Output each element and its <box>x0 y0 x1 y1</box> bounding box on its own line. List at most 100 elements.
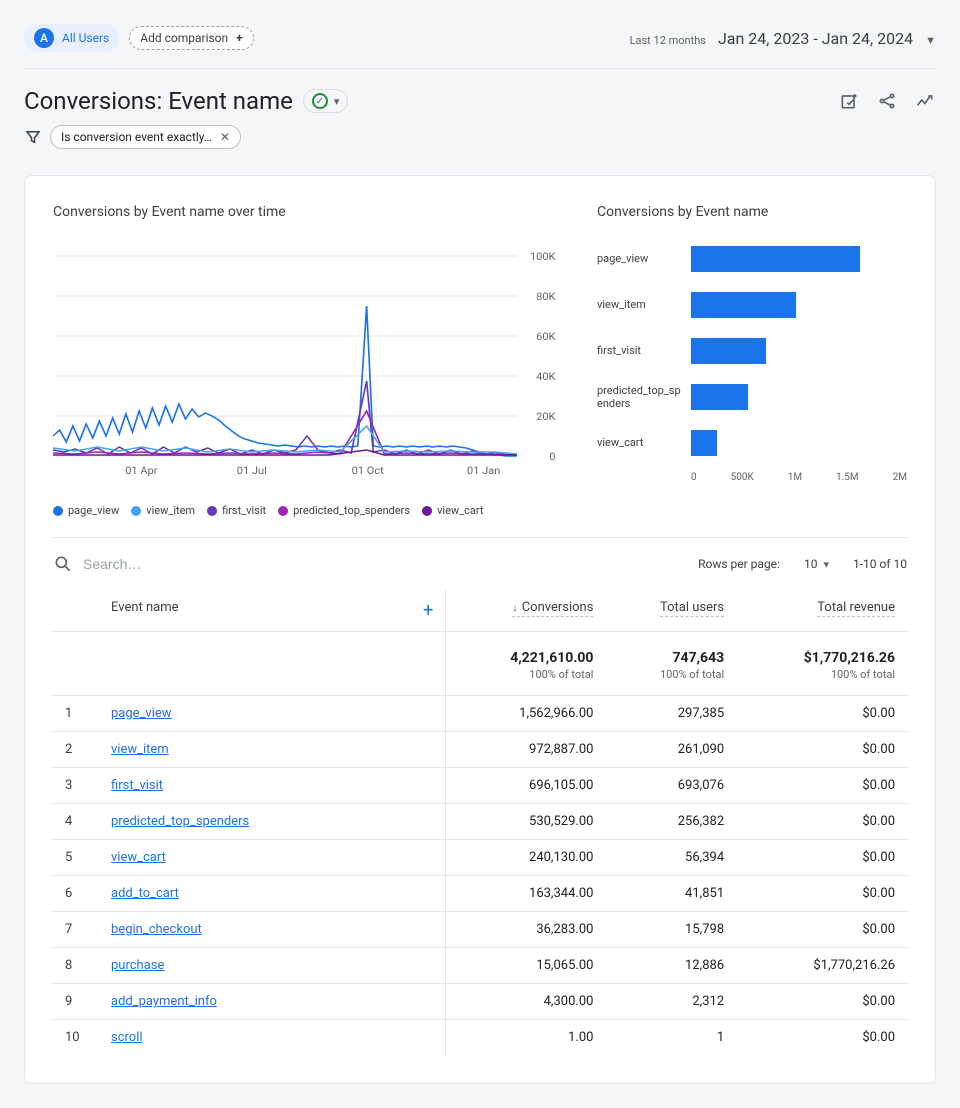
segment-chip[interactable]: A All Users <box>24 24 119 52</box>
bar-fill <box>691 430 717 456</box>
cell-users: 1 <box>605 1020 736 1056</box>
add-dimension-button[interactable]: + <box>423 600 433 621</box>
cell-revenue: $0.00 <box>736 804 907 840</box>
totals-row: 4,221,610.00100% of total 747,643100% of… <box>53 632 907 696</box>
filter-icon[interactable] <box>24 128 42 146</box>
customize-report-icon[interactable] <box>838 90 860 112</box>
close-icon[interactable]: ✕ <box>220 130 230 144</box>
cell-users: 693,076 <box>605 768 736 804</box>
cell-conversions: 530,529.00 <box>446 804 606 840</box>
page-title: Conversions: Event name <box>24 87 293 115</box>
cell-users: 256,382 <box>605 804 736 840</box>
row-index: 4 <box>53 804 99 840</box>
share-icon[interactable] <box>876 90 898 112</box>
add-comparison-label: Add comparison <box>140 31 228 45</box>
table-row: 1page_view1,562,966.00297,385$0.00 <box>53 696 907 732</box>
segment-label: All Users <box>62 31 109 45</box>
cell-conversions: 1.00 <box>446 1020 606 1056</box>
cell-users: 12,886 <box>605 948 736 984</box>
event-link[interactable]: purchase <box>111 958 164 973</box>
row-index: 7 <box>53 912 99 948</box>
table-row: 3first_visit696,105.00693,076$0.00 <box>53 768 907 804</box>
cell-conversions: 163,344.00 <box>446 876 606 912</box>
legend-item-label: predicted_top_spenders <box>293 504 410 517</box>
event-link[interactable]: add_payment_info <box>111 994 217 1009</box>
cell-users: 297,385 <box>605 696 736 732</box>
rows-per-page-select[interactable]: 10 ▾ <box>804 557 829 571</box>
add-comparison-button[interactable]: Add comparison + <box>129 26 253 50</box>
cell-users: 261,090 <box>605 732 736 768</box>
insights-icon[interactable] <box>914 90 936 112</box>
series-view-item <box>53 426 517 454</box>
verified-chip[interactable]: ✓ ▾ <box>303 89 349 113</box>
cell-revenue: $0.00 <box>736 768 907 804</box>
event-link[interactable]: view_item <box>111 742 169 757</box>
event-link[interactable]: scroll <box>111 1030 143 1045</box>
legend-item-label: view_cart <box>437 504 483 517</box>
cell-revenue: $0.00 <box>736 840 907 876</box>
bar-row: view_cart <box>597 420 907 466</box>
column-total-revenue[interactable]: Total revenue <box>817 600 895 617</box>
row-index: 10 <box>53 1020 99 1056</box>
report-card: Conversions by Event name over time 1 <box>24 175 936 1084</box>
column-event-name[interactable]: Event name <box>111 600 179 615</box>
search-icon[interactable] <box>53 554 73 574</box>
bar-label: view_item <box>597 298 691 311</box>
cell-conversions: 4,300.00 <box>446 984 606 1020</box>
table-row: 4 predicted_top_spenders 530,529.00256,382… <box>53 804 907 840</box>
cell-conversions: 240,130.00 <box>446 840 606 876</box>
rows-per-page-label: Rows per page: <box>698 557 780 571</box>
cell-revenue: $0.00 <box>736 696 907 732</box>
segment-avatar: A <box>34 28 54 48</box>
cell-revenue: $0.00 <box>736 912 907 948</box>
bar-label: view_cart <box>597 436 691 449</box>
event-link[interactable]: view_cart <box>111 850 166 865</box>
filter-chip-label: Is conversion event exactly… <box>61 130 212 144</box>
total-revenue: $1,770,216.26 <box>804 650 895 666</box>
event-link[interactable]: first_visit <box>111 778 163 793</box>
filter-chip[interactable]: Is conversion event exactly… ✕ <box>50 125 241 149</box>
column-total-users[interactable]: Total users <box>660 600 724 617</box>
search-input[interactable] <box>83 556 688 572</box>
bar-row: first_visit <box>597 328 907 374</box>
check-icon: ✓ <box>312 93 328 109</box>
filter-bar: Is conversion event exactly… ✕ <box>24 125 936 149</box>
chevron-down-icon: ▾ <box>334 95 340 108</box>
event-link[interactable]: add_to_cart <box>111 886 179 901</box>
bar-row: view_item <box>597 282 907 328</box>
svg-text:01 Apr: 01 Apr <box>125 465 158 477</box>
chevron-down-icon[interactable]: ▼ <box>925 34 936 47</box>
total-users: 747,643 <box>673 650 725 666</box>
row-index: 6 <box>53 876 99 912</box>
svg-text:60K: 60K <box>536 331 556 343</box>
cell-conversions: 36,283.00 <box>446 912 606 948</box>
date-range[interactable]: Jan 24, 2023 - Jan 24, 2024 <box>718 29 913 48</box>
cell-users: 56,394 <box>605 840 736 876</box>
bar-chart: Conversions by Event name page_viewview_… <box>597 204 907 517</box>
cell-revenue: $0.00 <box>736 876 907 912</box>
row-index: 5 <box>53 840 99 876</box>
svg-text:01 Oct: 01 Oct <box>352 465 385 477</box>
bar-fill <box>691 246 860 272</box>
chevron-down-icon: ▾ <box>823 558 829 571</box>
legend-item-label: view_item <box>146 504 195 517</box>
svg-text:20K: 20K <box>536 411 556 423</box>
total-sub: 100% of total <box>617 668 724 681</box>
cell-users: 15,798 <box>605 912 736 948</box>
bar-fill <box>691 384 748 410</box>
table-row: 8purchase15,065.0012,886$1,770,216.26 <box>53 948 907 984</box>
cell-revenue: $0.00 <box>736 1020 907 1056</box>
event-link[interactable]: begin_checkout <box>111 922 202 937</box>
bar-row: page_view <box>597 236 907 282</box>
bar-fill <box>691 338 766 364</box>
row-index: 9 <box>53 984 99 1020</box>
svg-text:40K: 40K <box>536 371 556 383</box>
total-conversions: 4,221,610.00 <box>510 650 593 666</box>
column-conversions[interactable]: ↓Conversions <box>512 600 593 617</box>
event-link[interactable]: predicted_top_spenders <box>111 814 249 829</box>
bar-fill <box>691 292 796 318</box>
svg-text:01 Jan: 01 Jan <box>467 465 500 477</box>
event-link[interactable]: page_view <box>111 706 172 721</box>
svg-text:80K: 80K <box>536 291 556 303</box>
bar-label: predicted_top_spenders <box>597 384 691 410</box>
